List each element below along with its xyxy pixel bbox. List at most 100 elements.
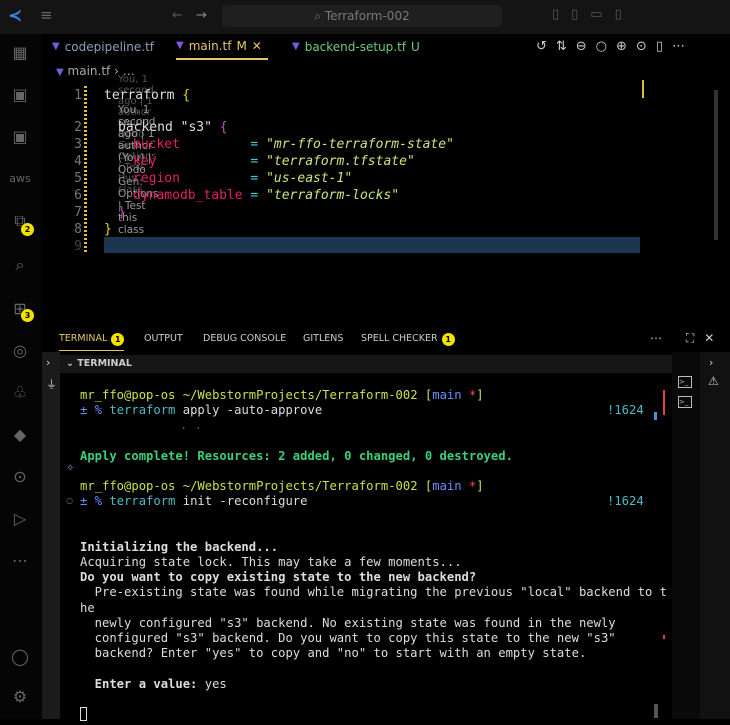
msg-line: newly configured "s3" backend. No existi… xyxy=(80,615,616,630)
command-center-search[interactable]: ⌕ Terraform-002 xyxy=(222,5,502,27)
more-icon[interactable]: ⋯ xyxy=(9,550,31,572)
source-control-icon[interactable]: ◎ xyxy=(9,340,31,362)
command-line: ± % terraform apply -auto-approve !1624 xyxy=(80,403,660,418)
tree-icon[interactable]: ♧ xyxy=(9,382,31,404)
code-line: backend "s3" { xyxy=(118,120,228,135)
tab-gitlens[interactable]: GITLENS xyxy=(303,328,343,350)
tab-label: TERMINAL xyxy=(59,333,108,344)
terminal-header[interactable]: ⌄ TERMINAL xyxy=(60,355,672,373)
editor-scrollbar[interactable] xyxy=(714,90,718,240)
attr-key: key xyxy=(133,154,243,169)
tab-debug-console[interactable]: DEBUG CONSOLE xyxy=(203,328,286,350)
git-gutter xyxy=(84,86,87,254)
terminal-scrollbar[interactable] xyxy=(654,704,658,718)
tab-badge: 1 xyxy=(441,332,455,346)
apply-message: Apply complete! Resources: 2 added, 0 ch… xyxy=(80,448,513,463)
chevron-right-icon[interactable]: › xyxy=(46,356,50,369)
git-graph-icon[interactable]: ⊙ xyxy=(9,466,31,488)
line-number: 9 xyxy=(74,239,82,254)
close-icon[interactable]: ✕ xyxy=(252,33,262,59)
docker-icon[interactable]: ◆ xyxy=(9,424,31,446)
attr-val: "terraform-locks" xyxy=(266,188,400,203)
editor-actions[interactable]: ↺⇅⊖○⊕⊙▯⋯ xyxy=(536,39,694,54)
chevron-right-icon[interactable]: › xyxy=(709,356,713,369)
user: mr_ffo xyxy=(80,479,125,494)
branch: main xyxy=(432,479,462,494)
menu-icon[interactable]: ≡ xyxy=(40,6,53,24)
line-number: 7 xyxy=(74,205,82,220)
msg-line: backend? Enter "yes" to copy and "no" to… xyxy=(80,646,587,661)
tab-terminal[interactable]: TERMINAL 1 xyxy=(59,328,125,351)
enter-label: Enter a value: xyxy=(80,676,198,691)
tab-label: main.tf xyxy=(188,39,232,53)
attr-key: bucket xyxy=(133,137,243,152)
line-number: 8 xyxy=(74,222,82,237)
brace: { xyxy=(219,120,228,135)
forward-icon[interactable]: → xyxy=(196,8,207,23)
code-line: bucket = "mr-ffo-terraform-state" xyxy=(133,137,454,152)
attr-val: "mr-ffo-terraform-state" xyxy=(266,137,454,152)
tab-label: GITLENS xyxy=(303,333,344,344)
scroll-marker xyxy=(663,390,665,415)
tab-output[interactable]: OUTPUT xyxy=(144,328,183,350)
str: "s3" xyxy=(180,120,212,135)
back-icon[interactable]: ← xyxy=(172,8,183,23)
search-text: Terraform-002 xyxy=(324,9,410,23)
activity-bar: ▦ ▣ ▣ aws ⧉ 2 ⌕ ⊞ 3 ◎ ♧ ◆ ⊙ ▷ ⋯ ◯ ⚙ xyxy=(0,34,42,719)
msg-line: Pre-existing state was found while migra… xyxy=(80,585,667,600)
current-line-highlight xyxy=(104,237,640,253)
count: !1624 xyxy=(607,494,644,509)
breadcrumb-file[interactable]: main.tf xyxy=(68,64,111,78)
eq: = xyxy=(250,171,259,186)
tab-codepipeline[interactable]: ▼ codepipeline.tf xyxy=(52,34,154,60)
tab-backend-setup[interactable]: ▼ backend-setup.tf U xyxy=(292,34,420,60)
terraform-icon[interactable]: ▣ xyxy=(9,84,31,106)
count: !1624 xyxy=(607,403,644,418)
settings-gear-icon[interactable]: ⚙ xyxy=(9,686,31,708)
run-debug-icon[interactable]: ▷ xyxy=(9,508,31,530)
tab-status: M xyxy=(236,39,247,53)
eq: = xyxy=(250,137,259,152)
line-number: 6 xyxy=(74,188,82,203)
terminal-output[interactable]: mr_ffo@pop-os ~/WebstormProjects/Terrafo… xyxy=(80,388,667,722)
explorer-badge: 2 xyxy=(21,223,34,236)
branch: main xyxy=(432,388,462,402)
tab-label: backend-setup.tf xyxy=(304,40,407,54)
terminal-header-label: TERMINAL xyxy=(77,358,132,369)
question-line: Do you want to copy existing state to th… xyxy=(80,570,477,585)
panel-actions[interactable]: ⋯ ⛶✕ xyxy=(650,331,724,346)
extensions-badge: 3 xyxy=(21,309,34,322)
line-number: 4 xyxy=(74,154,82,169)
plug-icon[interactable]: ⏚ xyxy=(46,376,57,392)
minimap[interactable] xyxy=(642,80,644,98)
path: ~/WebstormProjects/Terraform-002 xyxy=(175,479,425,494)
line-number: 2 xyxy=(74,120,82,135)
tab-spell-checker[interactable]: SPELL CHECKER 1 xyxy=(361,328,455,350)
terminal-icon[interactable]: >_ xyxy=(678,376,692,388)
terminal-icon[interactable]: >_ xyxy=(678,396,692,408)
brace: } xyxy=(118,205,126,220)
tab-label: codepipeline.tf xyxy=(64,40,154,54)
search-icon[interactable]: ⌕ xyxy=(9,254,31,276)
terraform-file-icon: ▼ xyxy=(292,41,300,52)
eq: = xyxy=(250,154,259,169)
attr-val: "us-east-1" xyxy=(266,171,353,186)
host: @pop-os xyxy=(124,479,176,494)
account-icon[interactable]: ◯ xyxy=(9,646,31,668)
aws-icon[interactable]: aws xyxy=(9,168,31,190)
tab-badge: 1 xyxy=(111,332,125,346)
kw: backend xyxy=(118,120,173,135)
tab-label: SPELL CHECKER xyxy=(361,333,438,344)
command-decoration-icon[interactable]: ○ xyxy=(66,496,73,505)
container-icon[interactable]: ▦ xyxy=(9,42,31,64)
cmd: init -reconfigure xyxy=(175,494,308,509)
terraform-cloud-icon[interactable]: ▣ xyxy=(9,126,31,148)
line-number: 3 xyxy=(74,137,82,152)
scroll-marker xyxy=(663,635,665,639)
attr-key: dynamodb_table xyxy=(133,188,243,203)
tab-main[interactable]: ▼ main.tf M ✕ xyxy=(176,34,268,60)
warning-icon[interactable]: ⚠ xyxy=(708,374,719,388)
attr-key: region xyxy=(133,171,243,186)
terraform-file-icon: ▼ xyxy=(52,41,60,52)
layout-icons[interactable]: ▯▯▭▯ xyxy=(552,7,634,22)
